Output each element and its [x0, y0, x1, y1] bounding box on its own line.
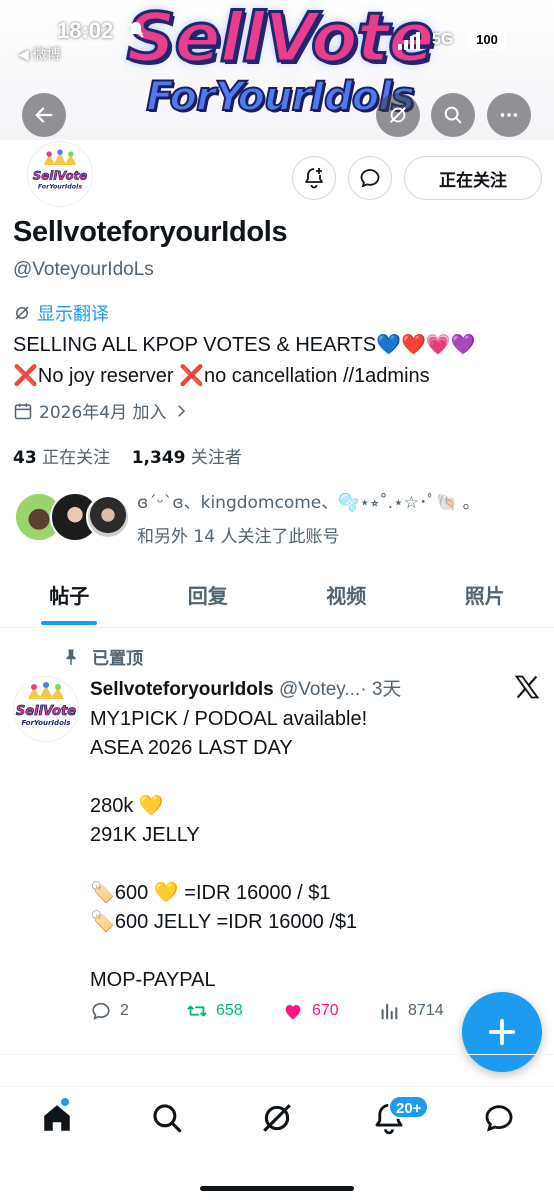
tab-photos[interactable]: 照片	[416, 568, 554, 627]
following-button[interactable]: 正在关注	[404, 156, 542, 200]
followed-by-count: 和另外 14 人关注了此账号	[137, 527, 340, 547]
view-count: 8714	[408, 1002, 444, 1019]
back-to-app-link[interactable]: ◀ 微博	[18, 44, 61, 64]
search-icon	[153, 1104, 182, 1133]
repost-count: 658	[216, 1002, 243, 1019]
show-translation-link[interactable]: 显示翻译	[13, 300, 109, 326]
back-button[interactable]	[22, 93, 66, 137]
followed-by-names: ɞ´ᵕ`ɞ、kingdomcome、🫧⋆⭒˚.⋆☆･ﾟ🐚 。	[137, 493, 480, 513]
tweet-header: SellvoteforyourIdols @Votey...· 3天	[90, 674, 470, 701]
arrow-left-icon	[35, 107, 53, 123]
divider	[0, 1054, 554, 1055]
profile-avatar[interactable]: SellVote ForYourIdols	[28, 142, 92, 206]
profile-tabs: 帖子 回复 视频 照片	[0, 568, 554, 628]
grok-icon	[263, 1104, 291, 1132]
followers-stat[interactable]: 1,349 关注者	[132, 448, 242, 468]
tab-posts[interactable]: 帖子	[0, 568, 139, 627]
followers-count: 1,349	[131, 448, 186, 468]
x-logo-icon[interactable]	[513, 673, 541, 701]
notify-button[interactable]	[292, 156, 336, 200]
profile-display-name: SellvoteforyourIdols	[13, 216, 288, 248]
more-options-button[interactable]	[487, 93, 531, 137]
battery-indicator: 100	[468, 30, 506, 50]
like-button[interactable]: 670	[282, 1000, 339, 1022]
network-type: 5G	[432, 31, 454, 48]
tab-label: 回复	[187, 584, 228, 608]
reply-count: 2	[120, 1002, 129, 1019]
tweet-text[interactable]: MY1PICK / PODOAL available! ASEA 2026 LA…	[90, 705, 540, 995]
joined-label: 2026年4月 加入	[39, 403, 167, 423]
tweet-avatar[interactable]: SellVote ForYourIdols	[13, 676, 79, 742]
tab-label: 帖子	[49, 584, 90, 608]
tab-label: 视频	[326, 584, 367, 608]
following-count: 43	[13, 448, 37, 468]
bio-line-2: ❌No joy reserver ❌no cancellation //1adm…	[13, 365, 430, 387]
search-icon	[444, 106, 462, 124]
heart-icon	[285, 1005, 301, 1020]
home-indicator	[200, 1186, 354, 1191]
tweet-author-name[interactable]: SellvoteforyourIdols	[90, 679, 274, 700]
home-icon	[44, 1105, 70, 1131]
avatar-logo-image: SellVote ForYourIdols	[32, 149, 88, 191]
followers-label: 关注者	[190, 448, 242, 468]
avatar-logo-line2: ForYourIdols	[38, 184, 82, 191]
nav-messages[interactable]	[482, 1101, 516, 1135]
like-count: 670	[312, 1002, 339, 1019]
bar-chart-icon	[381, 1003, 398, 1020]
calendar-icon	[14, 403, 32, 419]
grok-button[interactable]	[376, 93, 420, 137]
chevron-right-icon	[178, 404, 186, 417]
tab-label: 照片	[464, 584, 505, 608]
plus-icon	[488, 1018, 516, 1046]
nav-search[interactable]	[150, 1101, 184, 1135]
nav-home[interactable]	[40, 1101, 74, 1135]
avatar-logo-line2: ForYourIdols	[22, 719, 71, 727]
nav-grok[interactable]	[260, 1101, 294, 1135]
active-tab-indicator	[41, 621, 98, 625]
search-button[interactable]	[431, 93, 475, 137]
bell-plus-icon	[305, 168, 323, 189]
avatar-logo-line1: SellVote	[16, 704, 76, 719]
reply-icon	[92, 1002, 110, 1020]
repost-icon	[187, 1005, 207, 1017]
bottom-navigation: 20+	[0, 1086, 554, 1200]
status-time: 18:02	[57, 18, 114, 43]
tab-replies[interactable]: 回复	[139, 568, 278, 627]
tab-videos[interactable]: 视频	[277, 568, 416, 627]
reply-button[interactable]: 2	[90, 1000, 129, 1022]
bell-muted-icon	[128, 22, 144, 38]
pinned-label: 已置顶	[92, 649, 143, 669]
follow-stats: 43 正在关注 1,349 关注者	[13, 443, 242, 468]
profile-bio: SELLING ALL KPOP VOTES & HEARTS💙❤️💗💜 ❌No…	[13, 330, 543, 392]
repost-button[interactable]: 658	[186, 1000, 243, 1022]
profile-handle: @VoteyourIdoLs	[13, 259, 154, 280]
tweet-author-handle[interactable]: @Votey...	[279, 679, 360, 700]
message-button[interactable]	[348, 156, 392, 200]
joined-date[interactable]: 2026年4月 加入	[13, 398, 190, 423]
new-content-dot	[60, 1097, 70, 1107]
pin-icon	[66, 649, 76, 665]
message-icon	[485, 1105, 513, 1132]
notifications-badge: 20+	[388, 1095, 430, 1119]
tweet-timestamp[interactable]: · 3天	[360, 679, 401, 700]
following-label: 正在关注	[42, 448, 111, 468]
translation-label: 显示翻译	[37, 304, 109, 325]
avatar	[86, 495, 130, 539]
banner-logo-line2: ForYourIdols	[145, 73, 415, 121]
following-stat[interactable]: 43 正在关注	[13, 448, 110, 468]
grok-icon	[390, 107, 406, 123]
signal-icon	[398, 32, 420, 50]
avatar-logo-image: SellVote ForYourIdols	[16, 682, 77, 727]
followed-by-text[interactable]: ɞ´ᵕ`ɞ、kingdomcome、🫧⋆⭒˚.⋆☆･ﾟ🐚 。 和另外 14 人关…	[137, 486, 547, 554]
grok-icon	[15, 306, 29, 320]
mutual-followers-avatars[interactable]	[14, 492, 130, 544]
bio-line-1: SELLING ALL KPOP VOTES & HEARTS💙❤️💗💜	[13, 334, 476, 356]
pinned-indicator: 已置顶	[62, 644, 143, 669]
avatar-logo-line1: SellVote	[33, 168, 87, 182]
tweet-actions: 2 658 670 8714	[90, 1000, 460, 1030]
compose-button[interactable]	[462, 992, 542, 1072]
views-button[interactable]: 8714	[378, 1000, 444, 1022]
more-icon	[500, 113, 518, 117]
chat-bubble-icon	[360, 169, 380, 188]
